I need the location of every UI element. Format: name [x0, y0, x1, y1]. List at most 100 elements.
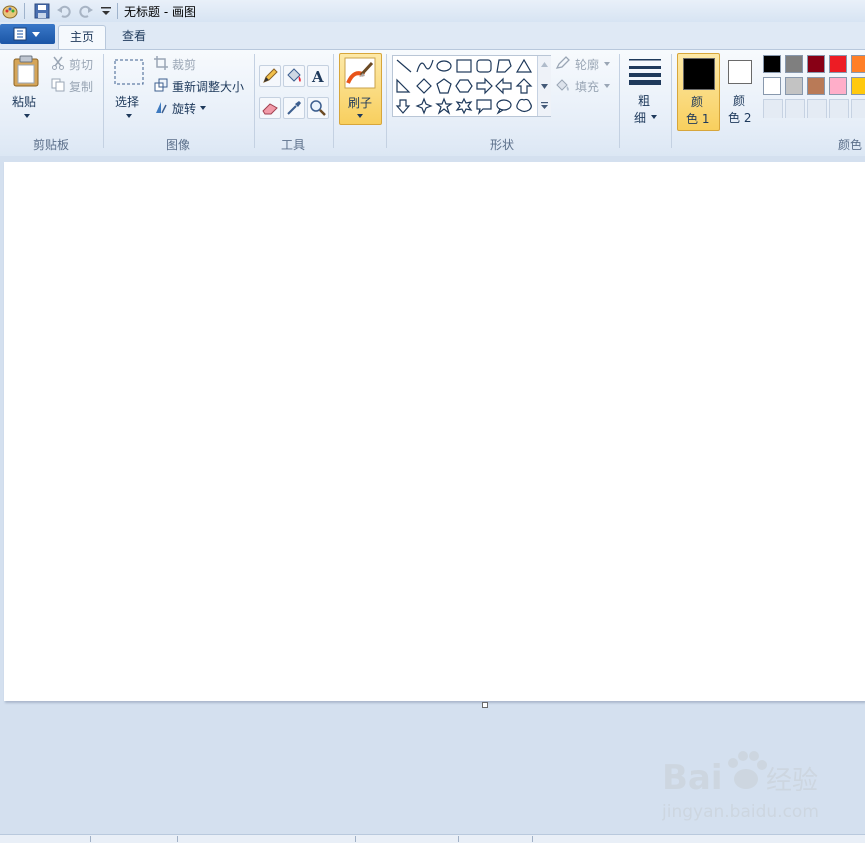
- custom-color-slot[interactable]: [763, 99, 783, 118]
- tab-view[interactable]: 查看: [112, 25, 156, 49]
- chevron-down-icon: [651, 115, 657, 119]
- scroll-up-icon[interactable]: [541, 62, 548, 67]
- svg-text:经验: 经验: [766, 766, 818, 796]
- gallery-expand-icon[interactable]: [541, 102, 548, 109]
- magnifier-button[interactable]: [307, 97, 329, 119]
- crop-button[interactable]: 裁剪: [154, 55, 214, 73]
- outline-label: 轮廓: [575, 58, 600, 72]
- image-group-label: 图像: [165, 138, 190, 152]
- cut-label: 剪切: [69, 58, 94, 72]
- palette-color-swatch[interactable]: [763, 77, 781, 95]
- fill-button[interactable]: [283, 65, 305, 87]
- text-a-icon: A: [311, 68, 324, 86]
- shapes-group-label: 形状: [489, 138, 514, 152]
- color1-label-line1: 颜: [691, 95, 704, 109]
- palette-color-swatch[interactable]: [807, 77, 825, 95]
- color2-button[interactable]: 颜 色 2: [722, 53, 758, 129]
- color-picker-button[interactable]: [283, 97, 305, 119]
- palette-color-swatch[interactable]: [807, 55, 825, 73]
- paste-label: 粘贴: [12, 95, 37, 109]
- group-divider: [386, 54, 387, 148]
- fill-style-button[interactable]: 填充: [555, 77, 613, 95]
- color2-label-line1: 颜: [733, 94, 746, 108]
- brushes-label: 刷子: [348, 96, 373, 110]
- custom-color-slot[interactable]: [807, 99, 827, 118]
- crop-label: 裁剪: [172, 58, 197, 72]
- palette-color-swatch[interactable]: [829, 55, 847, 73]
- size-button[interactable]: 粗 细: [626, 55, 664, 125]
- palette-color-swatch[interactable]: [763, 55, 781, 73]
- chevron-down-icon: [604, 62, 610, 66]
- tools-group-label: 工具: [280, 138, 305, 152]
- paint-menu-button[interactable]: [0, 24, 55, 44]
- palette-color-swatch[interactable]: [785, 77, 803, 95]
- color1-swatch: [683, 58, 715, 90]
- group-divider: [103, 54, 104, 148]
- color1-label-line2: 色 1: [686, 112, 710, 126]
- rotate-label: 旋转: [172, 102, 197, 116]
- window-title: 无标题 - 画图: [124, 5, 196, 19]
- save-icon[interactable]: [34, 3, 50, 19]
- shapes-gallery: [392, 55, 551, 117]
- resize-icon: [154, 78, 168, 92]
- eraser-icon: [262, 103, 278, 115]
- undo-icon[interactable]: [56, 3, 72, 19]
- status-divider: [532, 836, 533, 842]
- palette-color-swatch[interactable]: [829, 77, 847, 95]
- color2-label-line2: 色 2: [728, 111, 752, 125]
- baidu-jingyan-watermark: Bai 经验 jingyan.baidu.com: [661, 745, 822, 828]
- rotate-icon: [156, 102, 167, 114]
- paste-button[interactable]: 粘贴: [6, 55, 46, 125]
- select-button[interactable]: 选择: [110, 55, 148, 125]
- text-button[interactable]: A: [307, 65, 329, 87]
- redo-icon[interactable]: [78, 3, 94, 19]
- gallery-scrollbar[interactable]: [537, 56, 551, 116]
- chevron-down-icon: [357, 114, 363, 118]
- resize-label: 重新调整大小: [172, 80, 245, 94]
- palette-color-swatch[interactable]: [785, 55, 803, 73]
- palette-row-custom: [762, 98, 865, 118]
- chevron-down-icon: [24, 114, 30, 118]
- canvas-resize-handle[interactable]: [482, 702, 488, 708]
- pencil-icon: [263, 68, 278, 83]
- selection-rectangle-icon: [114, 59, 144, 85]
- outline-button[interactable]: 轮廓: [555, 55, 613, 73]
- brushes-button[interactable]: 刷子: [339, 53, 382, 125]
- size-label-line1: 粗: [638, 94, 651, 108]
- custom-color-slot[interactable]: [829, 99, 849, 118]
- color2-swatch: [728, 60, 752, 84]
- chevron-down-icon: [604, 84, 610, 88]
- palette-color-swatch[interactable]: [851, 77, 865, 95]
- color1-button[interactable]: 颜 色 1: [677, 53, 720, 131]
- cut-button[interactable]: 剪切: [51, 55, 99, 73]
- copy-icon: [51, 78, 65, 92]
- fill-label: 填充: [575, 80, 600, 94]
- baidu-paw-logo: Bai 经验 jingyan.baidu.com: [661, 751, 819, 822]
- drawing-canvas[interactable]: [4, 162, 865, 701]
- custom-color-slot[interactable]: [851, 99, 865, 118]
- colors-group-label: 颜色: [838, 138, 863, 152]
- group-divider: [619, 54, 620, 148]
- copy-button[interactable]: 复制: [51, 77, 99, 95]
- pencil-button[interactable]: [259, 65, 281, 87]
- shapes-icons: [395, 58, 533, 115]
- svg-text:A: A: [311, 68, 324, 86]
- palette-color-swatch[interactable]: [851, 55, 865, 73]
- scroll-down-icon[interactable]: [541, 84, 548, 89]
- group-divider: [254, 54, 255, 148]
- magnifier-icon: [310, 100, 326, 116]
- status-divider: [177, 836, 178, 842]
- group-divider: [333, 54, 334, 148]
- group-divider: [671, 54, 672, 148]
- paint-app-icon[interactable]: [2, 3, 18, 19]
- customize-toolbar-icon[interactable]: [98, 3, 114, 19]
- eraser-button[interactable]: [259, 97, 281, 119]
- resize-button[interactable]: 重新调整大小: [154, 77, 250, 95]
- status-divider: [458, 836, 459, 842]
- svg-text:jingyan.baidu.com: jingyan.baidu.com: [662, 802, 819, 822]
- custom-color-slot[interactable]: [785, 99, 805, 118]
- clipboard-icon: [13, 55, 39, 87]
- status-divider: [90, 836, 91, 842]
- rotate-button[interactable]: 旋转: [154, 99, 214, 117]
- tab-home[interactable]: 主页: [58, 25, 106, 50]
